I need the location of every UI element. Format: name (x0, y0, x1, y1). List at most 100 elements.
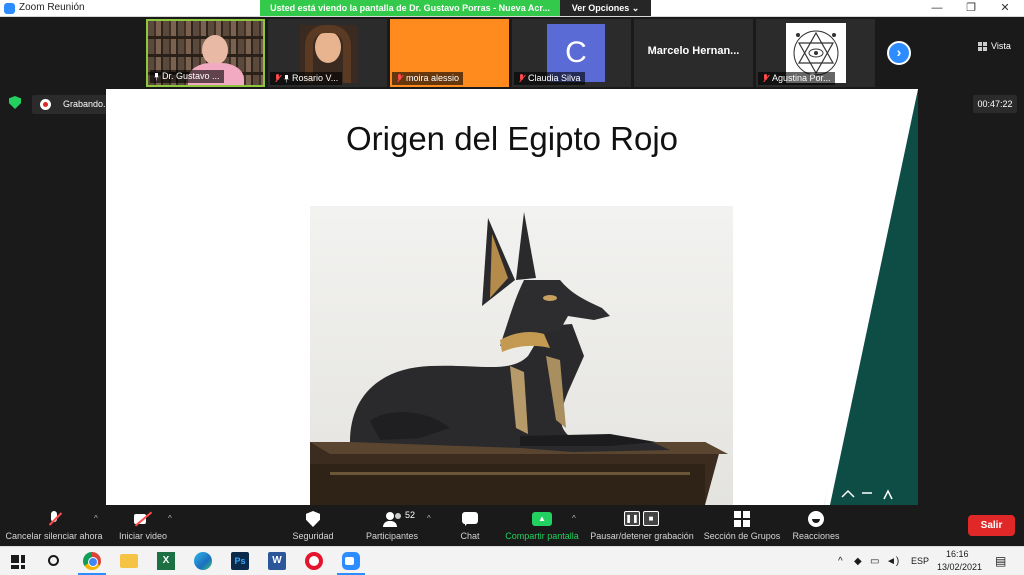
minimize-button[interactable]: — (920, 0, 954, 17)
zoom-app-icon (4, 3, 15, 14)
search-icon[interactable] (48, 555, 59, 566)
participants-button[interactable]: 52 Participantes (362, 510, 422, 541)
pause-stop-recording-button[interactable]: ❚❚ ■ Pausar/detener grabación (588, 510, 696, 541)
close-button[interactable]: ✕ (988, 0, 1022, 17)
participant-name-tag: moira alessio (392, 72, 464, 85)
participant-name-tag: Claudia Silva (514, 72, 585, 85)
edge-icon[interactable] (194, 552, 212, 570)
opera-icon[interactable] (305, 552, 323, 570)
window-title: Zoom Reunión (19, 2, 85, 13)
muted-mic-icon (47, 510, 61, 528)
unmute-label: Cancelar silenciar ahora (5, 531, 103, 541)
participant-name-tag: Rosario V... (270, 72, 343, 85)
participant-name-tag: Agustina Por... (758, 72, 835, 85)
reactions-button[interactable]: Reacciones (790, 510, 842, 541)
reactions-label: Reacciones (792, 531, 840, 541)
participant-video (202, 35, 228, 65)
participant-tile[interactable]: C Claudia Silva (512, 19, 631, 87)
participant-name: Claudia Silva (528, 73, 581, 83)
smiley-icon (808, 510, 824, 528)
view-button[interactable]: Vista (978, 41, 1011, 51)
muted-mic-icon (396, 74, 403, 83)
clock-time[interactable]: 16:16 (946, 549, 969, 559)
grid-icon (978, 41, 987, 51)
chat-label: Chat (460, 531, 480, 541)
chrome-icon[interactable] (83, 552, 101, 570)
participants-options-caret[interactable]: ^ (427, 514, 431, 523)
notifications-icon[interactable]: ▤ (995, 554, 1006, 568)
muted-mic-icon (762, 74, 769, 83)
slide-title: Origen del Egipto Rojo (345, 120, 679, 157)
video-options-caret[interactable]: ^ (168, 514, 172, 523)
share-screen-button[interactable]: Compartir pantalla (502, 510, 582, 541)
chat-button[interactable]: Chat (452, 510, 488, 541)
next-participants-button[interactable]: › (887, 41, 911, 65)
pause-icon: ❚❚ (624, 511, 640, 526)
muted-mic-icon (518, 74, 525, 83)
windows-start-icon[interactable] (11, 555, 25, 569)
zoom-taskbar-icon[interactable] (342, 552, 360, 570)
battery-icon[interactable]: ▭ (870, 556, 879, 567)
meeting-toolbar: Cancelar silenciar ahora ^ Iniciar video… (0, 505, 1024, 546)
video-off-icon (133, 510, 153, 528)
view-options-label: Ver Opciones (571, 3, 630, 13)
participant-tile[interactable]: Rosario V... (268, 19, 387, 87)
anubis-illustration (310, 206, 733, 505)
share-screen-icon (532, 510, 552, 528)
pause-stop-icon: ❚❚ ■ (622, 510, 662, 528)
participant-strip: Dr. Gustavo ... Rosario V... moira aless… (0, 17, 1024, 88)
shared-screen-slide: Origen del Egipto Rojo (106, 89, 918, 505)
people-icon: 52 (381, 510, 415, 528)
participant-name: Marcelo Hernan... (647, 45, 740, 57)
restore-button[interactable]: ❐ (954, 0, 988, 17)
chevron-right-icon: › (896, 44, 902, 60)
share-options-caret[interactable]: ^ (572, 514, 576, 523)
encryption-shield-icon[interactable] (9, 96, 21, 109)
word-icon[interactable]: W (268, 552, 286, 570)
record-icon (40, 99, 51, 110)
participant-tile[interactable]: moira alessio (390, 19, 509, 87)
file-explorer-icon[interactable] (120, 554, 138, 568)
stop-icon: ■ (643, 511, 659, 526)
zoom-window: Zoom Reunión — ❐ ✕ Usted está viendo la … (0, 0, 1024, 575)
breakout-rooms-label: Sección de Grupos (703, 531, 781, 541)
share-screen-label: Compartir pantalla (505, 531, 579, 541)
participant-name: Rosario V... (292, 73, 339, 83)
muted-mic-icon (274, 74, 281, 83)
view-options-button[interactable]: Ver Opciones ⌄ (560, 0, 651, 16)
participant-tile[interactable]: Marcelo Hernan... (634, 19, 753, 87)
participant-count: 52 (405, 510, 416, 520)
clock-date[interactable]: 13/02/2021 (937, 562, 982, 572)
participant-tile[interactable]: Dr. Gustavo ... (146, 19, 265, 87)
photoshop-icon[interactable]: Ps (231, 552, 249, 570)
pin-icon (284, 74, 289, 83)
security-label: Seguridad (292, 531, 334, 541)
start-video-label: Iniciar video (118, 531, 168, 541)
pin-icon (154, 72, 159, 81)
chat-icon (462, 510, 478, 528)
leave-meeting-button[interactable]: Salir (968, 515, 1015, 536)
participant-name: moira alessio (406, 73, 460, 83)
language-indicator[interactable]: ESP (911, 556, 929, 566)
breakout-rooms-icon (734, 510, 750, 528)
participants-label: Participantes (365, 531, 419, 541)
chevron-down-icon: ⌄ (631, 3, 640, 13)
windows-taskbar: X Ps W ^ ◆ ▭ ◄) ESP 16:16 13/02/2021 ▤ (0, 546, 1024, 575)
participant-name: Agustina Por... (772, 73, 831, 83)
dropbox-icon[interactable]: ◆ (854, 556, 862, 567)
pause-recording-label: Pausar/detener grabación (590, 531, 694, 541)
unmute-button[interactable]: Cancelar silenciar ahora (4, 510, 104, 541)
tray-chevron-icon[interactable]: ^ (838, 556, 843, 567)
start-video-button[interactable]: Iniciar video (110, 510, 176, 541)
security-button[interactable]: Seguridad (286, 510, 340, 541)
audio-options-caret[interactable]: ^ (94, 514, 98, 523)
excel-icon[interactable]: X (157, 552, 175, 570)
participant-tile[interactable]: Agustina Por... (756, 19, 875, 87)
anubis-statue-image (310, 206, 733, 505)
recording-status: Grabando... (63, 99, 111, 109)
volume-icon[interactable]: ◄) (886, 556, 899, 567)
shield-icon (306, 510, 320, 528)
view-button-label: Vista (991, 41, 1011, 51)
screen-share-banner: Usted está viendo la pantalla de Dr. Gus… (260, 0, 560, 16)
breakout-rooms-button[interactable]: Sección de Grupos (702, 510, 782, 541)
